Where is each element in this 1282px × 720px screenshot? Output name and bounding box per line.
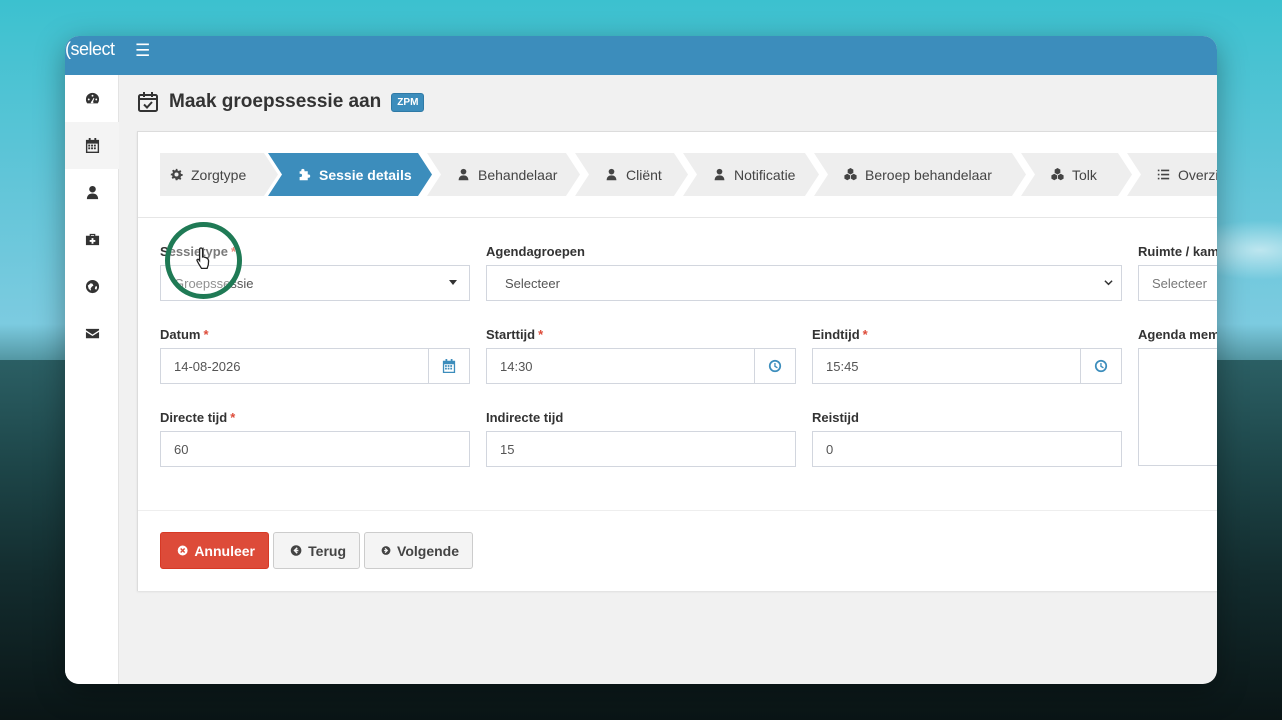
wizard-step-client[interactable]: Cliënt <box>575 153 688 196</box>
brand-logo[interactable]: (select <box>65 39 115 60</box>
user-icon <box>605 168 618 181</box>
arrow-circle-left-icon <box>290 545 302 556</box>
chevron-down-icon <box>1104 280 1113 286</box>
sidebar-item-dashboard[interactable] <box>65 75 119 122</box>
timepicker-button[interactable] <box>754 349 795 383</box>
caret-down-icon <box>449 280 457 285</box>
calendar-icon <box>442 359 456 373</box>
wizard-step-label: Zorgtype <box>191 166 247 183</box>
sidebar-item-calendar[interactable] <box>65 122 119 169</box>
agenda-memo-textarea[interactable] <box>1138 348 1217 466</box>
datum-field[interactable]: 14-08-2026 <box>160 348 470 384</box>
cubes-icon <box>844 168 857 181</box>
sidebar-item-mail[interactable] <box>65 310 119 357</box>
clock-icon <box>768 359 782 373</box>
wizard-step-beroep-behandelaar[interactable]: Beroep behandelaar <box>814 153 1026 196</box>
reistijd-value: 0 <box>826 441 834 457</box>
directe-tijd-label: Directe tijd * <box>160 410 236 425</box>
wizard-step-zorgtype[interactable]: Zorgtype <box>160 153 278 196</box>
sidebar-item-globe[interactable] <box>65 263 119 310</box>
mouse-pointer-icon <box>196 247 210 270</box>
user-icon <box>713 168 726 181</box>
dashboard-icon <box>85 92 99 104</box>
wizard-divider <box>138 217 1217 218</box>
calendar-icon <box>85 138 99 153</box>
times-circle-icon <box>177 545 188 556</box>
wizard-step-sessie-details[interactable]: Sessie details <box>268 153 432 196</box>
form-card: Zorgtype Sessie details Behandelaar Clië… <box>137 131 1217 591</box>
calendar-check-icon <box>138 92 158 112</box>
cancel-button[interactable]: Annuleer <box>160 532 269 569</box>
timepicker-button[interactable] <box>1080 349 1121 383</box>
footer-divider <box>138 510 1217 511</box>
cubes-icon <box>1051 168 1064 181</box>
zpm-badge: ZPM <box>391 92 425 112</box>
starttijd-label: Starttijd * <box>486 327 544 342</box>
envelope-icon <box>85 328 99 339</box>
wizard-step-label: Sessie details <box>319 166 412 183</box>
ruimte-select[interactable]: Selecteer <box>1138 265 1217 301</box>
eindtijd-field[interactable]: 15:45 <box>812 348 1122 384</box>
back-button[interactable]: Terug <box>273 532 360 569</box>
puzzle-icon <box>298 168 311 181</box>
datum-value: 14-08-2026 <box>174 358 241 374</box>
wizard-step-label: Overzi <box>1178 166 1217 183</box>
wizard-step-behandelaar[interactable]: Behandelaar <box>427 153 580 196</box>
eindtijd-value: 15:45 <box>826 358 859 374</box>
indirecte-tijd-input[interactable]: 15 <box>486 431 796 467</box>
next-button-label: Volgende <box>397 542 459 559</box>
wizard-step-label: Tolk <box>1072 166 1097 183</box>
sidebar-item-medkit[interactable] <box>65 216 119 263</box>
sidebar <box>65 75 119 684</box>
wizard-step-label: Behandelaar <box>478 166 558 183</box>
starttijd-field[interactable]: 14:30 <box>486 348 796 384</box>
agenda-memo-label: Agenda meme <box>1138 327 1217 342</box>
top-navbar: (select ☰ <box>65 36 1217 75</box>
wizard-step-label: Notificatie <box>734 166 796 183</box>
wizard-step-notificatie[interactable]: Notificatie <box>683 153 819 196</box>
datum-label: Datum * <box>160 327 209 342</box>
ruimte-label: Ruimte / kam <box>1138 244 1217 259</box>
user-icon <box>457 168 470 181</box>
user-icon <box>86 185 98 200</box>
agendagroepen-label: Agendagroepen <box>486 244 585 259</box>
globe-icon <box>85 279 99 294</box>
agendagroepen-select[interactable]: Selecteer <box>486 265 1122 301</box>
wizard-step-overzicht[interactable]: Overzi <box>1127 153 1217 196</box>
wizard-step-tolk[interactable]: Tolk <box>1021 153 1132 196</box>
starttijd-value: 14:30 <box>500 358 533 374</box>
cancel-button-label: Annuleer <box>194 542 255 559</box>
wizard-step-label: Cliënt <box>626 166 662 183</box>
indirecte-tijd-value: 15 <box>500 441 515 457</box>
app-window: (select ☰ Maak groepssessie aan ZPM Zorg… <box>65 36 1217 684</box>
bars-icon[interactable]: ☰ <box>135 41 150 61</box>
wizard-step-label: Beroep behandelaar <box>865 166 992 183</box>
arrow-circle-right-icon <box>381 546 391 555</box>
gear-icon <box>170 168 183 181</box>
indirecte-tijd-label: Indirecte tijd <box>486 410 564 425</box>
reistijd-input[interactable]: 0 <box>812 431 1122 467</box>
sidebar-item-user[interactable] <box>65 169 119 216</box>
ruimte-value: Selecteer <box>1152 275 1207 291</box>
agendagroepen-value: Selecteer <box>505 275 560 291</box>
list-icon <box>1157 168 1170 181</box>
page-header: Maak groepssessie aan ZPM <box>137 91 425 113</box>
eindtijd-label: Eindtijd * <box>812 327 868 342</box>
datepicker-button[interactable] <box>428 349 469 383</box>
next-button[interactable]: Volgende <box>364 532 473 569</box>
directe-tijd-value: 60 <box>174 441 189 457</box>
wizard-steps: Zorgtype Sessie details Behandelaar Clië… <box>160 153 1217 196</box>
medkit-icon <box>85 233 99 246</box>
back-button-label: Terug <box>308 542 346 559</box>
page-title: Maak groepssessie aan <box>169 91 382 112</box>
clock-icon <box>1094 359 1108 373</box>
reistijd-label: Reistijd <box>812 410 859 425</box>
directe-tijd-input[interactable]: 60 <box>160 431 470 467</box>
